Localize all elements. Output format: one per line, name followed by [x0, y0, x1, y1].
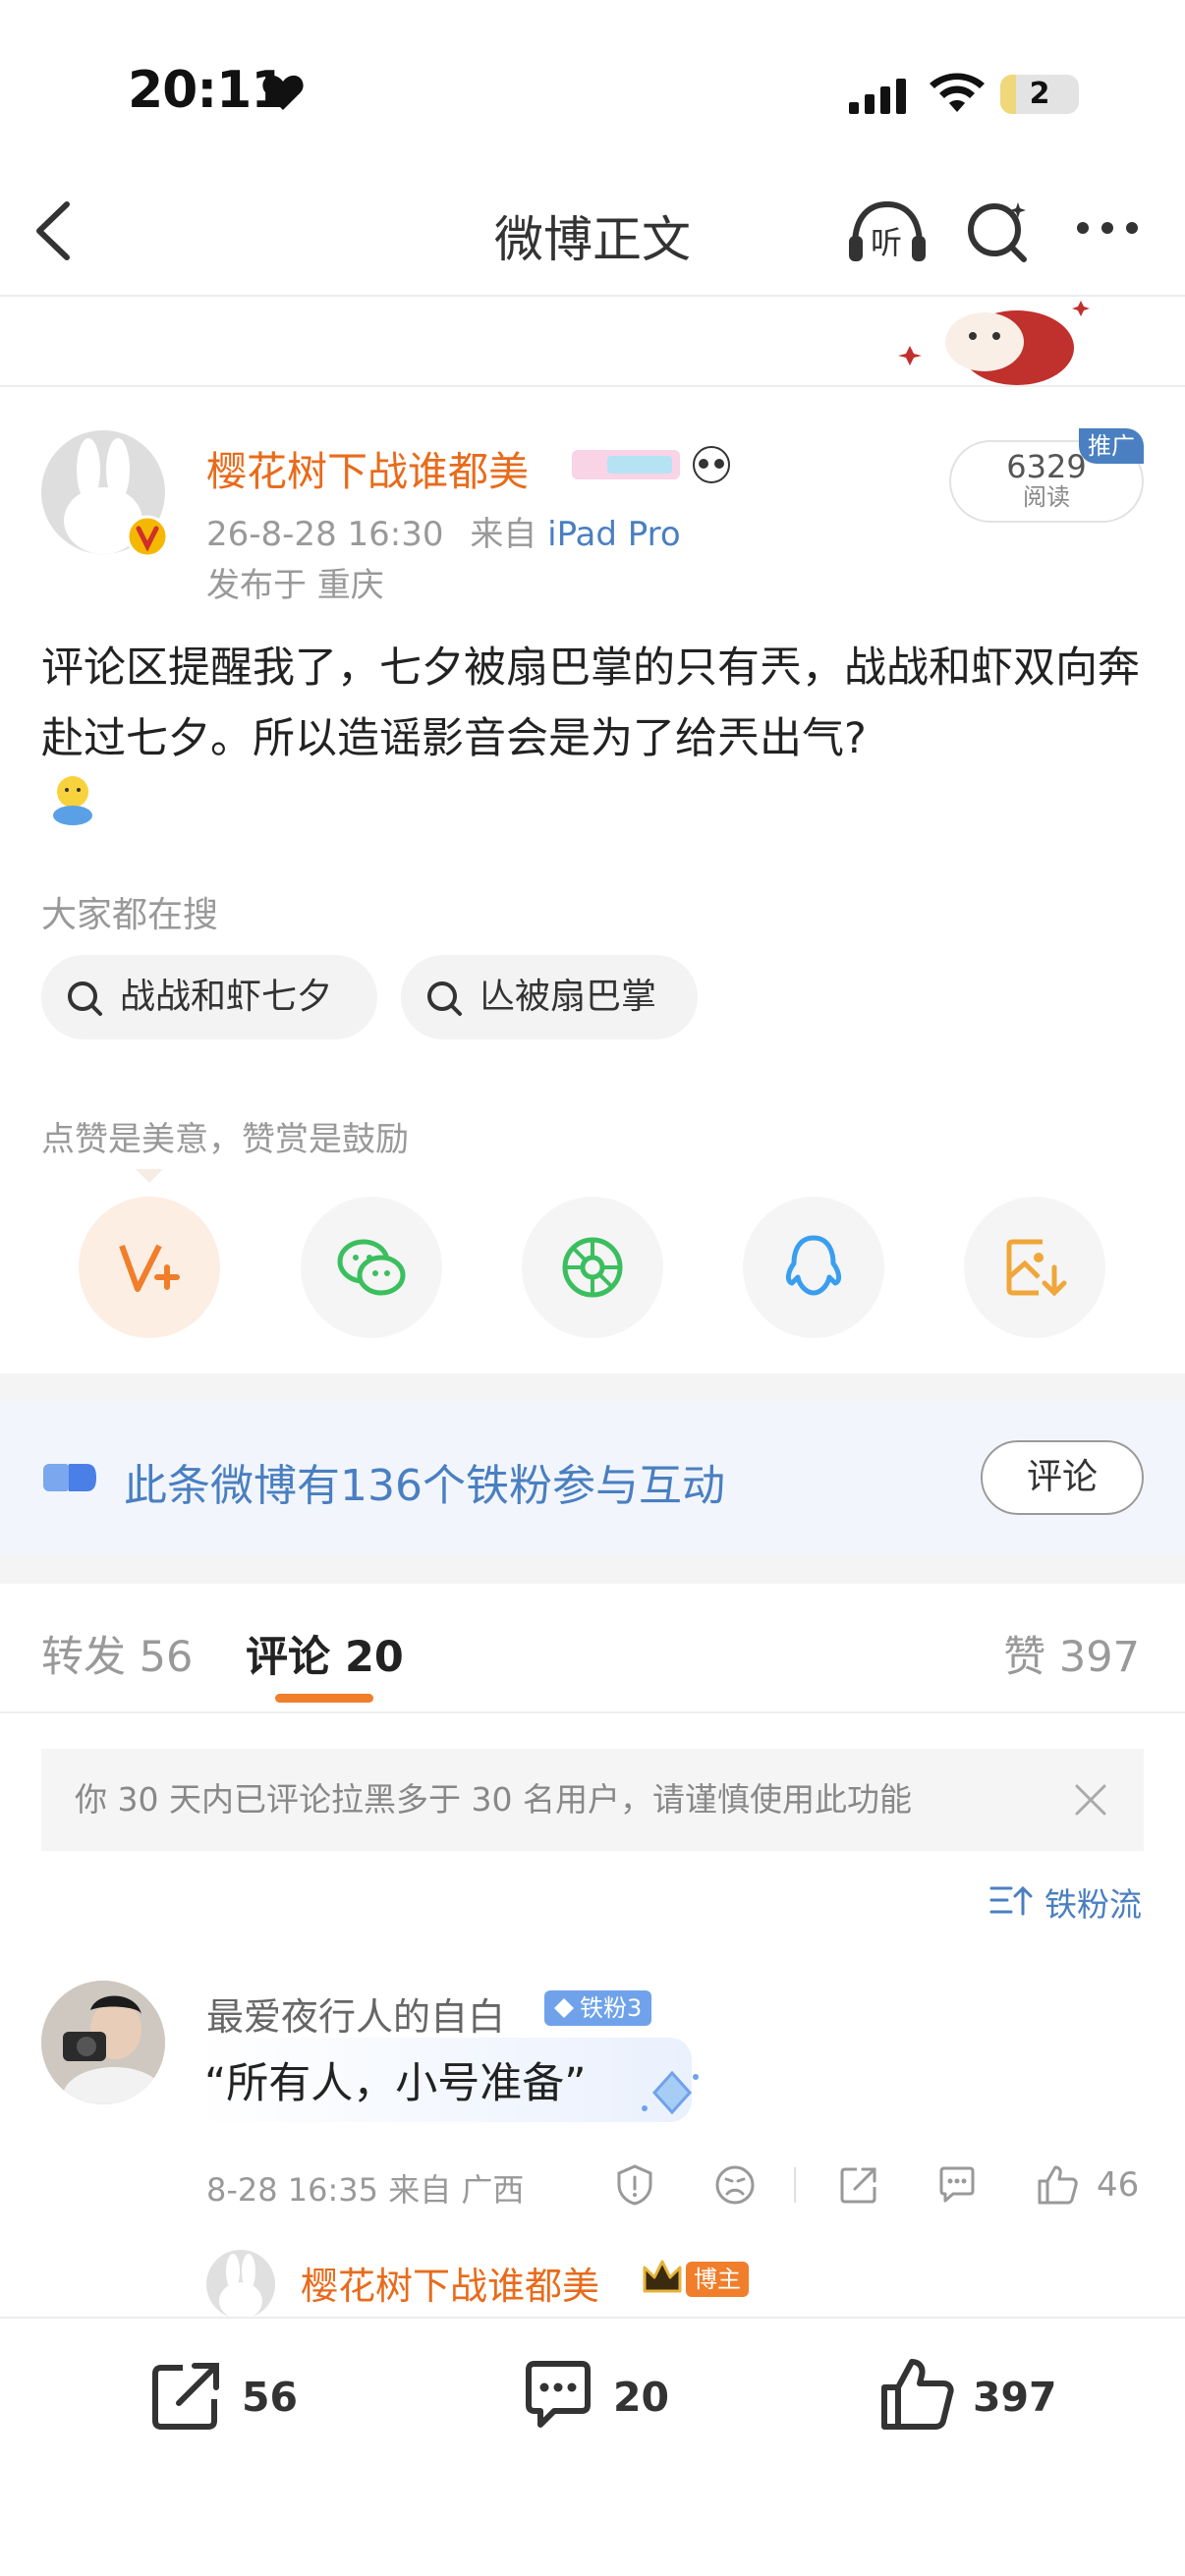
tooltip-arrow [136, 1169, 163, 1183]
moments-icon [562, 1237, 623, 1298]
battery-level-text: 2 [1029, 77, 1050, 111]
post-meta: 26-8-28 16:30 来自 iPad Pro [206, 507, 681, 555]
hot-search-chip[interactable]: 亾被扇巴掌 [401, 955, 698, 1039]
v-plus-icon [119, 1244, 180, 1292]
section-separator [0, 1373, 1185, 1401]
festival-decoration [898, 301, 1090, 385]
fan-level-badge: 铁粉3 [544, 1990, 652, 2026]
share-moments-button[interactable] [522, 1197, 663, 1338]
comment-like-count: 46 [1097, 2165, 1140, 2205]
close-icon[interactable] [1071, 1780, 1110, 1820]
sort-label: 铁粉流 [1044, 1885, 1142, 1924]
like-icon[interactable] [1036, 2163, 1079, 2207]
section-separator [0, 1554, 1185, 1584]
rabbit-avatar-icon [219, 2254, 262, 2319]
reply-author-name[interactable]: 樱花树下战谁都美 [301, 2256, 599, 2310]
commenter-photo-icon [41, 1981, 165, 2104]
action-separator [794, 2167, 796, 2203]
tabs-divider [0, 1711, 1185, 1713]
promo-tag: 推广 [1079, 428, 1144, 464]
diamond-decoration-icon [642, 2070, 699, 2115]
reply-avatar[interactable] [206, 2250, 275, 2319]
sort-button[interactable]: 铁粉流 [989, 1878, 1142, 1926]
fans-interaction-icon [43, 1464, 96, 1491]
tab-active-indicator [275, 1694, 373, 1703]
cellular-signal-icon [849, 79, 906, 114]
reward-hint: 点赞是美意，赞赏是鼓励 [41, 1120, 409, 1159]
notice-banner: 你 30 天内已评论拉黑多于 30 名用户，请谨慎使用此功能 [41, 1749, 1144, 1851]
wifi-icon [930, 73, 985, 112]
search-icon [68, 981, 102, 1016]
hot-search-chip-label: 战战和虾七夕 [120, 977, 333, 1017]
qq-icon [785, 1235, 842, 1296]
duck-emoji-icon [53, 776, 92, 825]
listen-label: 听 [871, 224, 903, 261]
save-image-icon [1006, 1239, 1067, 1297]
thumbs-up-icon [881, 2359, 954, 2430]
hot-search-chip[interactable]: 战战和虾七夕 [41, 955, 377, 1039]
tab-repost[interactable]: 转发 56 [41, 1623, 193, 1684]
more-options-icon[interactable] [1075, 220, 1140, 236]
comment-icon [526, 2361, 591, 2428]
commenter-name[interactable]: 最爱夜行人的自白 [206, 1987, 505, 2041]
reward-button[interactable] [79, 1197, 220, 1338]
tab-comment[interactable]: 评论 20 [246, 1623, 404, 1684]
sort-icon [989, 1885, 1033, 1916]
post-device[interactable]: iPad Pro [547, 515, 681, 554]
like-count: 397 [973, 2374, 1057, 2421]
reply-icon[interactable] [935, 2163, 979, 2207]
post-date: 26-8-28 16:30 [206, 515, 444, 554]
report-icon[interactable] [613, 2163, 656, 2207]
comment-avatar[interactable] [41, 1981, 165, 2104]
fans-banner-text: 此条微博有136个铁粉参与互动 [124, 1461, 725, 1511]
comment-text: “所有人，小号准备” [204, 2059, 587, 2108]
share-icon[interactable] [837, 2163, 880, 2207]
save-image-button[interactable] [964, 1197, 1105, 1338]
heart-icon [262, 75, 304, 110]
hot-search-chip-label: 亾被扇巴掌 [480, 977, 657, 1017]
verified-badge-icon [126, 515, 169, 558]
comment-count: 20 [613, 2374, 670, 2421]
share-qq-button[interactable] [743, 1197, 884, 1338]
diamond-icon [554, 1998, 574, 2018]
tab-like[interactable]: 赞 397 [1003, 1623, 1140, 1684]
fans-comment-button[interactable]: 评论 [981, 1440, 1144, 1515]
dislike-face-icon[interactable] [713, 2163, 757, 2207]
crown-icon [643, 2260, 682, 2293]
blog-owner-tag: 博主 [686, 2262, 749, 2297]
battery-indicator: 2 [1000, 75, 1079, 114]
wechat-icon [337, 1239, 406, 1296]
listen-button[interactable]: 听 [845, 196, 930, 265]
post-location: 发布于 重庆 [206, 566, 384, 605]
section-divider [0, 385, 1185, 387]
share-wechat-button[interactable] [301, 1197, 442, 1338]
author-name[interactable]: 樱花树下战谁都美 [206, 438, 529, 497]
repost-icon [152, 2363, 219, 2430]
author-badges-icon [572, 446, 730, 483]
read-label: 阅读 [1023, 483, 1070, 511]
post-body: 评论区提醒我了，七夕被扇巴掌的只有兲，战战和虾双向奔赴过七夕。所以造谣影音会是为… [41, 644, 1140, 763]
hot-search-title: 大家都在搜 [41, 895, 219, 935]
search-icon[interactable] [963, 196, 1032, 265]
search-icon [427, 981, 462, 1016]
post-source-prefix: 来自 [470, 515, 537, 554]
repost-count: 56 [242, 2374, 299, 2421]
fan-level-label: 铁粉3 [580, 1994, 643, 2022]
comment-meta: 8-28 16:35 来自 广西 [206, 2171, 525, 2209]
